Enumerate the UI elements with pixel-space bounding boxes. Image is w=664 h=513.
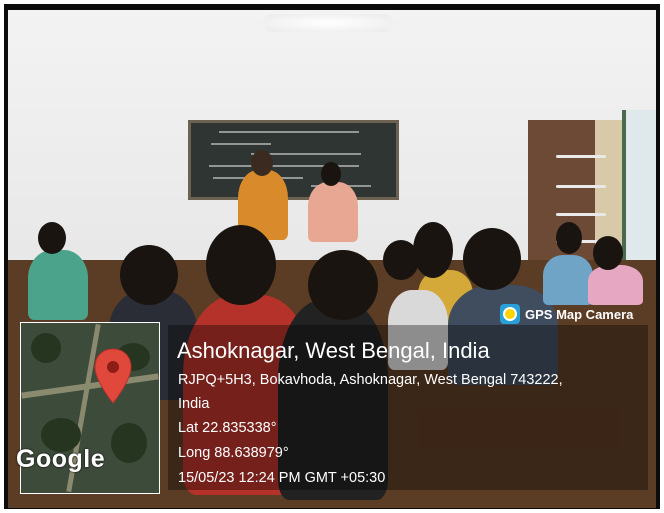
blackboard [188, 120, 399, 200]
window [622, 110, 656, 260]
gps-map-camera-badge: GPS Map Camera [500, 302, 633, 326]
address-line-2: India [178, 396, 210, 412]
address-line-1: RJPQ+5H3, Bokavhoda, Ashoknagar, West Be… [178, 372, 563, 388]
latitude: Lat 22.835338° [178, 420, 277, 436]
location-title: Ashoknagar, West Bengal, India [177, 338, 490, 363]
datetime: 15/05/23 12:24 PM GMT +05:30 [178, 470, 386, 486]
map-pin-icon [94, 348, 132, 404]
gps-map-camera-icon [500, 304, 520, 324]
gps-badge-label: GPS Map Camera [525, 306, 634, 322]
google-watermark: Google [16, 445, 106, 473]
teacher-right [308, 182, 358, 242]
ceiling-light [263, 14, 393, 32]
student [28, 250, 88, 320]
longitude: Long 88.638979° [178, 445, 289, 461]
